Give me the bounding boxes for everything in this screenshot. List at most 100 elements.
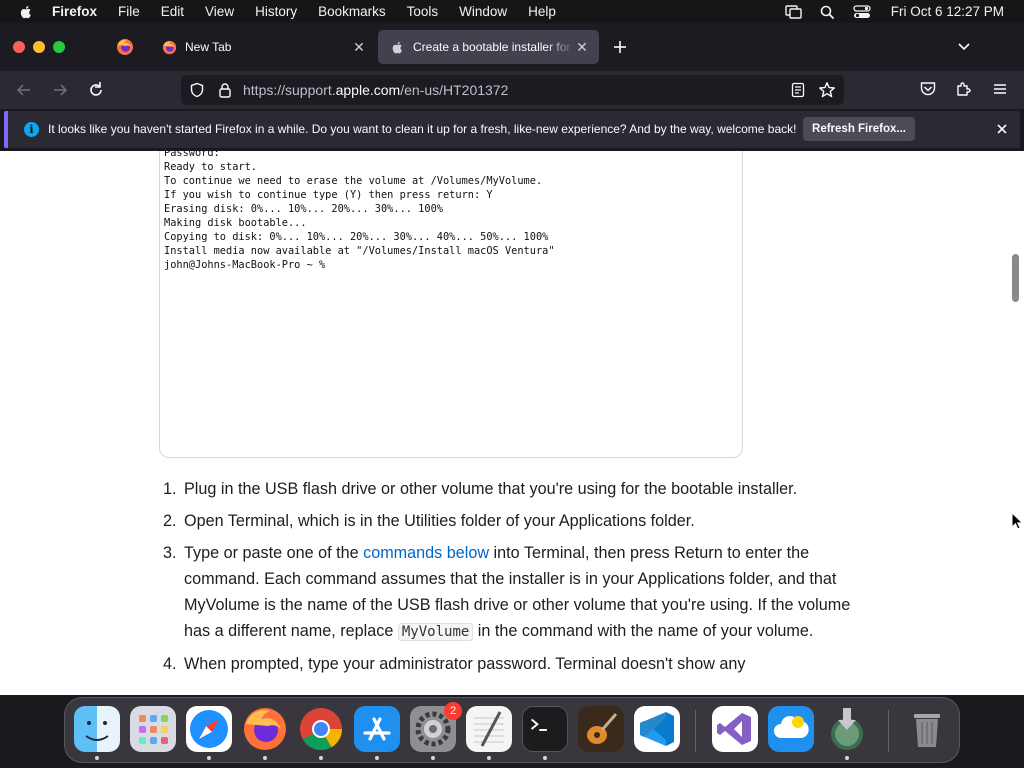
back-arrow-icon[interactable] [14,80,34,100]
dock-trash-icon[interactable] [904,706,950,752]
dock-garageband-icon[interactable] [578,706,624,752]
screen-mirroring-icon[interactable] [785,4,803,20]
control-center-icon[interactable] [853,4,871,20]
trash-can-icon [914,714,940,747]
mouse-pointer-icon [1011,512,1023,530]
step-number: 3. [163,544,177,562]
terminal-line: Copying to disk: 0%... 10%... 20%... 30%… [164,231,549,243]
menu-app-name[interactable]: Firefox [52,4,97,19]
dock-system-settings-icon[interactable]: 2 [410,702,462,752]
volume-name-code: MyVolume [397,623,474,641]
terminal-line: Install media now available at "/Volumes… [164,245,555,257]
step-number: 4. [163,655,177,673]
running-indicator [845,756,849,760]
running-indicator [319,756,323,760]
tab-new-tab[interactable]: New Tab ✕ [150,30,376,64]
new-tab-plus-icon[interactable] [611,38,629,56]
list-item: 2. Open Terminal, which is in the Utilit… [163,508,863,534]
pocket-icon[interactable] [919,80,937,98]
finder-face-icon [85,721,109,741]
reader-view-icon[interactable] [790,82,806,98]
running-indicator [431,756,435,760]
dock-textedit-icon[interactable] [466,706,512,752]
reload-icon[interactable] [86,80,106,100]
dock-vscode-icon[interactable] [634,706,680,752]
running-indicator [207,756,211,760]
terminal-line: Making disk bootable... [164,217,307,229]
apple-favicon-icon [392,41,402,53]
step-number: 2. [163,512,177,530]
list-item: 4. When prompted, type your administrato… [163,651,863,677]
notification-close-icon[interactable] [994,121,1010,137]
dock-safari-icon[interactable] [186,706,232,752]
terminal-prompt-icon [530,718,547,731]
page-scrollbar[interactable] [1012,254,1019,302]
extensions-puzzle-icon[interactable] [955,80,973,98]
forward-arrow-icon[interactable] [50,80,70,100]
menu-window[interactable]: Window [459,4,507,19]
tracking-protection-shield-icon[interactable] [189,82,205,98]
dock-visual-studio-icon[interactable] [712,706,758,752]
terminal-output-image: Password: Ready to start. To continue we n… [159,151,743,458]
window-zoom-button[interactable] [53,41,65,53]
menu-edit[interactable]: Edit [161,4,184,19]
app-menu-hamburger-icon[interactable] [991,80,1009,98]
menu-view[interactable]: View [205,4,234,19]
dock-app-store-icon[interactable] [354,706,400,752]
terminal-line: If you wish to continue type (Y) then pr… [164,189,493,201]
running-indicator [95,756,99,760]
bookmark-star-icon[interactable] [818,81,836,99]
info-icon: i [24,122,39,137]
dock-install-macos-ventura-icon[interactable] [824,706,870,752]
dock-launchpad-icon[interactable] [130,706,176,752]
menu-history[interactable]: History [255,4,297,19]
step-number: 1. [163,480,177,498]
list-item: 3. Type or paste one of the commands bel… [163,540,863,645]
step-text: When prompted, type your administrator p… [184,655,746,673]
safari-compass-icon [190,710,228,748]
menu-file[interactable]: File [118,4,140,19]
notification-badge: 2 [444,702,462,720]
textedit-pen-icon [474,711,504,747]
vscode-logo-icon [640,712,674,746]
tab-close-icon[interactable]: ✕ [575,40,589,54]
url-text[interactable]: https://support.apple.com/en-us/HT201372 [243,82,508,98]
firefox-favicon-icon [162,40,177,54]
dock-icloud-icon[interactable] [768,706,814,752]
terminal-line: To continue we need to erase the volume … [164,175,543,187]
lock-icon[interactable] [217,82,233,98]
terminal-line: john@Johns-MacBook-Pro ~ % [164,259,326,271]
tab-apple-support[interactable]: Create a bootable installer for macOS ✕ [378,30,599,64]
window-close-button[interactable] [13,41,25,53]
running-indicator [263,756,267,760]
dock-chrome-icon[interactable] [298,706,344,752]
firefox-view-icon[interactable] [116,38,134,56]
refresh-firefox-button[interactable]: Refresh Firefox... [803,117,915,141]
web-page-content: Password: Ready to start. To continue we n… [0,151,1024,695]
menu-extras: Fri Oct 6 12:27 PM [785,0,1024,23]
menu-tools[interactable]: Tools [407,4,439,19]
terminal-line: Ready to start. [164,161,257,173]
menu-clock[interactable]: Fri Oct 6 12:27 PM [891,4,1004,19]
macos-dock: 2 [64,697,960,763]
menu-bookmarks[interactable]: Bookmarks [318,4,386,19]
spotlight-search-icon[interactable] [819,4,837,20]
firefox-logo-icon [244,708,286,750]
dock-separator [888,710,889,752]
list-all-tabs-chevron-down-icon[interactable] [956,39,972,55]
dock-finder-icon[interactable] [74,706,120,752]
dock-firefox-icon[interactable] [242,706,288,752]
apple-menu-icon[interactable] [18,4,34,20]
running-indicator [375,756,379,760]
menu-help[interactable]: Help [528,4,556,19]
tab-label: New Tab [185,40,232,54]
terminal-line: Erasing disk: 0%... 10%... 20%... 30%...… [164,203,443,215]
chrome-logo-icon [300,708,342,751]
window-minimize-button[interactable] [33,41,45,53]
commands-below-link[interactable]: commands below [363,544,489,562]
step-text-after: in the command with the name of your vol… [473,622,814,640]
step-text: Plug in the USB flash drive or other vol… [184,480,798,498]
tab-close-icon[interactable]: ✕ [352,40,366,54]
address-bar[interactable]: https://support.apple.com/en-us/HT201372 [181,75,844,105]
dock-terminal-icon[interactable] [522,706,568,752]
